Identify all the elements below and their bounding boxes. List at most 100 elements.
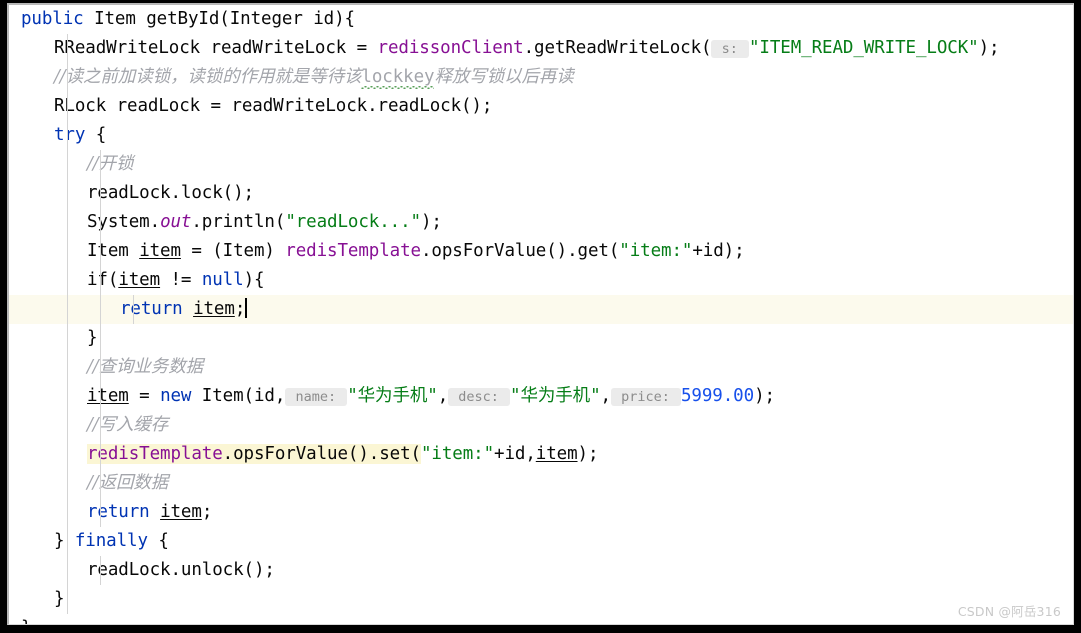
code-line-content: item = new Item(id, name: "华为手机", desc: …: [21, 382, 775, 412]
code-line-content: //返回数据: [21, 469, 168, 498]
code-token: .opsForValue().get(: [420, 241, 620, 261]
code-token: try: [54, 125, 86, 145]
code-token: item: [118, 270, 161, 290]
code-token: readLock.lock();: [87, 183, 254, 203]
indent-guide: [100, 295, 101, 324]
code-line[interactable]: Item item = (Item) redisTemplate.opsForV…: [9, 237, 1073, 266]
code-line-content: readLock.unlock();: [21, 556, 275, 585]
indent-guide: [100, 556, 101, 585]
code-token: ;: [234, 299, 246, 319]
code-token: 5999.00: [681, 386, 755, 406]
code-token: redisTemplate: [87, 444, 223, 464]
code-token: .opsForValue().set(: [222, 444, 421, 464]
indent-guide: [67, 498, 68, 527]
code-token: }: [87, 328, 98, 348]
code-token: {: [147, 531, 169, 551]
code-token: item: [87, 386, 129, 406]
code-token: ,: [437, 386, 449, 406]
code-token: lockkey: [361, 67, 435, 87]
code-line[interactable]: }: [9, 585, 1073, 614]
code-line-content: } finally {: [21, 527, 169, 556]
code-line[interactable]: readLock.lock();: [9, 179, 1073, 208]
code-line[interactable]: System.out.println("readLock...");: [9, 208, 1073, 237]
code-token: ;: [201, 502, 213, 522]
indent-guide: [67, 353, 68, 382]
text-caret: [245, 298, 248, 318]
indent-guide: [67, 295, 68, 324]
code-line[interactable]: public Item getById(Integer id){: [9, 5, 1073, 34]
indent-guide: [67, 121, 68, 150]
code-line[interactable]: //写入缓存: [9, 411, 1073, 440]
code-line-content: if(item != null){: [21, 266, 265, 295]
indent-guide: [67, 411, 68, 440]
code-line[interactable]: item = new Item(id, name: "华为手机", desc: …: [9, 382, 1073, 411]
code-token: 释放写锁以后再读: [434, 67, 574, 87]
code-line-content: }: [21, 324, 98, 353]
code-token: return: [87, 502, 150, 522]
code-line-content: return item;: [21, 498, 212, 527]
code-token: finally: [74, 531, 148, 551]
indent-guide: [100, 237, 101, 266]
code-token: ,: [600, 386, 612, 406]
code-line[interactable]: } finally {: [9, 527, 1073, 556]
indent-guide: [100, 266, 101, 295]
indent-guide: [67, 585, 68, 614]
code-token: //开锁: [87, 154, 134, 174]
code-line-content: public Item getById(Integer id){: [21, 5, 355, 34]
code-line[interactable]: //查询业务数据: [9, 353, 1073, 382]
indent-guide: [67, 556, 68, 585]
code-token: );: [577, 444, 599, 464]
indent-guide: [67, 440, 68, 469]
code-token: item: [139, 241, 181, 261]
code-token: //查询业务数据: [87, 357, 203, 377]
code-token: item: [193, 299, 235, 319]
code-token: "readLock...": [285, 212, 421, 232]
code-token: Item getById: [94, 9, 220, 29]
code-line[interactable]: try {: [9, 121, 1073, 150]
code-line-content: RLock readLock = readWriteLock.readLock(…: [21, 92, 492, 121]
code-line[interactable]: }: [9, 614, 1073, 624]
indent-guide: [100, 469, 101, 498]
code-editor[interactable]: public Item getById(Integer id){RReadWri…: [9, 5, 1073, 624]
code-line[interactable]: }: [9, 324, 1073, 353]
code-line-content: //查询业务数据: [21, 353, 203, 382]
indent-guide: [100, 382, 101, 411]
code-line[interactable]: //读之前加读锁，读锁的作用就是等待该lockkey释放写锁以后再读: [9, 63, 1073, 92]
indent-guide: [100, 353, 101, 382]
code-token: redisTemplate: [285, 241, 421, 261]
code-token: System.: [87, 212, 161, 232]
indent-guide: [67, 469, 68, 498]
code-token: }: [54, 589, 65, 609]
code-token: );: [420, 212, 442, 232]
code-token: "item:": [420, 444, 495, 464]
code-line[interactable]: return item;: [9, 498, 1073, 527]
code-token: (Integer id){: [219, 9, 355, 29]
code-line[interactable]: if(item != null){: [9, 266, 1073, 295]
code-token: }: [21, 618, 32, 624]
indent-guide: [100, 411, 101, 440]
indent-guide: [67, 237, 68, 266]
code-token: price:: [610, 388, 681, 406]
code-line[interactable]: return item;: [9, 295, 1073, 324]
code-line[interactable]: RReadWriteLock readWriteLock = redissonC…: [9, 34, 1073, 63]
code-token: !=: [160, 270, 202, 290]
csdn-watermark: CSDN @阿岳316: [957, 604, 1061, 619]
code-line-content: //读之前加读锁，读锁的作用就是等待该lockkey释放写锁以后再读: [21, 63, 574, 92]
code-token: "ITEM_READ_WRITE_LOCK": [749, 38, 979, 58]
code-line[interactable]: RLock readLock = readWriteLock.readLock(…: [9, 92, 1073, 121]
code-line[interactable]: redisTemplate.opsForValue().set("item:"+…: [9, 440, 1073, 469]
code-token: return: [120, 299, 183, 319]
code-token: +id,: [494, 444, 536, 464]
code-line[interactable]: readLock.unlock();: [9, 556, 1073, 585]
code-token: if(: [87, 270, 119, 290]
code-line[interactable]: //开锁: [9, 150, 1073, 179]
code-line[interactable]: //返回数据: [9, 469, 1073, 498]
code-token: readLock.unlock();: [87, 560, 275, 580]
code-token: s:: [711, 40, 749, 58]
code-token: item: [535, 444, 578, 464]
code-token: .println(: [191, 212, 286, 232]
code-token: null: [201, 270, 244, 290]
indent-guide: [67, 208, 68, 237]
